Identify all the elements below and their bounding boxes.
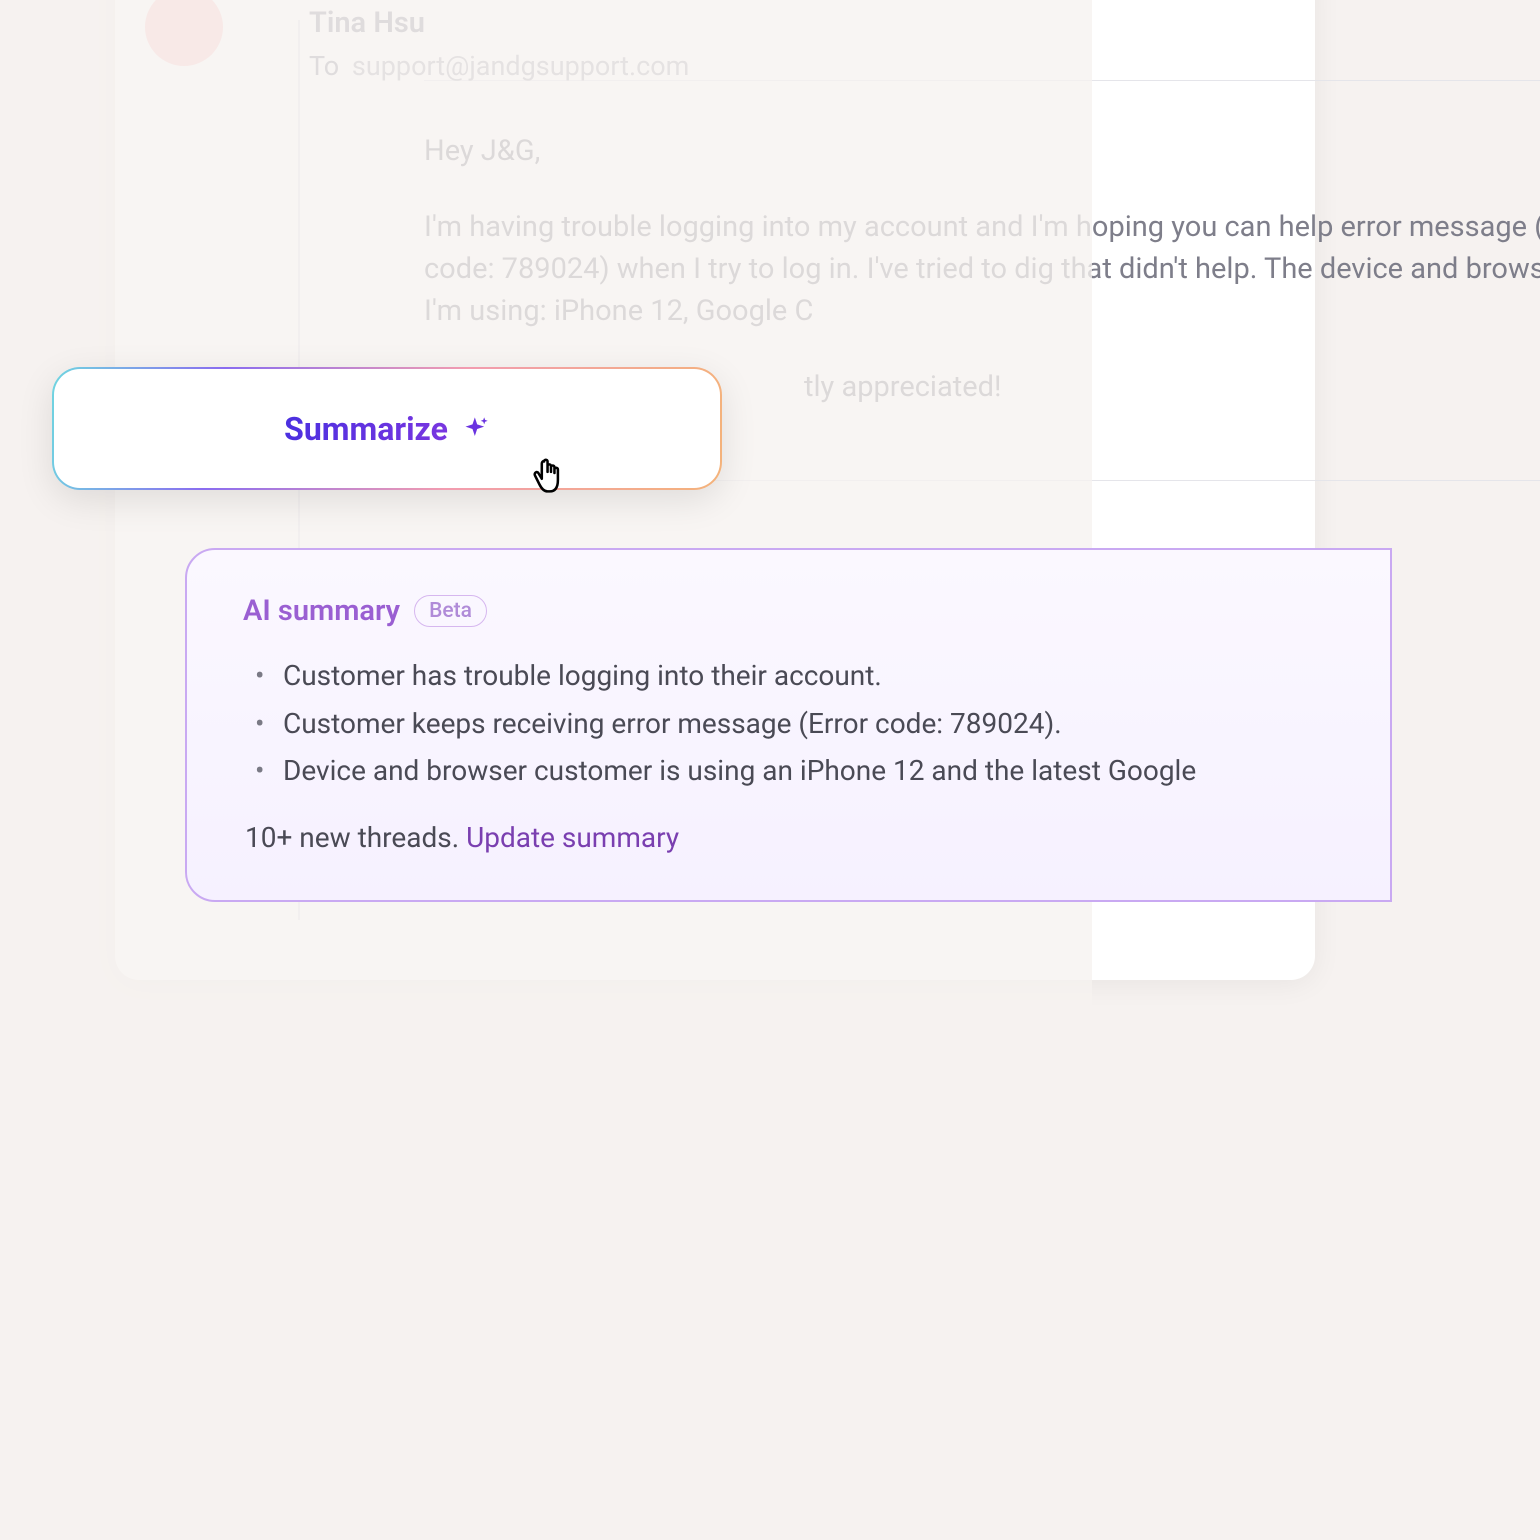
ai-summary-panel: AI summary Beta Customer has trouble log… xyxy=(185,548,1392,902)
new-threads-count: 10+ new threads. xyxy=(245,821,466,854)
ai-summary-title: AI summary xyxy=(243,594,400,628)
email-paragraph-1: I'm having trouble logging into my accou… xyxy=(424,206,1540,332)
ai-summary-list: Customer has trouble logging into their … xyxy=(243,652,1334,795)
ai-summary-bullet: Customer has trouble logging into their … xyxy=(255,652,1334,700)
sparkle-icon xyxy=(462,415,490,443)
ai-summary-bullet: Device and browser customer is using an … xyxy=(255,747,1334,795)
recipient-row: To support@jandgsupport.com xyxy=(309,50,689,82)
to-address: support@jandgsupport.com xyxy=(352,50,689,82)
email-greeting: Hey J&G, xyxy=(424,130,1540,172)
pointer-cursor-icon xyxy=(528,450,574,496)
beta-badge: Beta xyxy=(414,595,487,627)
update-summary-link[interactable]: Update summary xyxy=(466,821,679,854)
summarize-button[interactable]: Summarize xyxy=(52,367,722,490)
to-label: To xyxy=(309,50,339,82)
summarize-label: Summarize xyxy=(284,410,448,448)
ai-summary-bullet: Customer keeps receiving error message (… xyxy=(255,700,1334,748)
update-row: 10+ new threads. Update summary xyxy=(243,821,1334,854)
sender-name: Tina Hsu xyxy=(309,6,425,40)
